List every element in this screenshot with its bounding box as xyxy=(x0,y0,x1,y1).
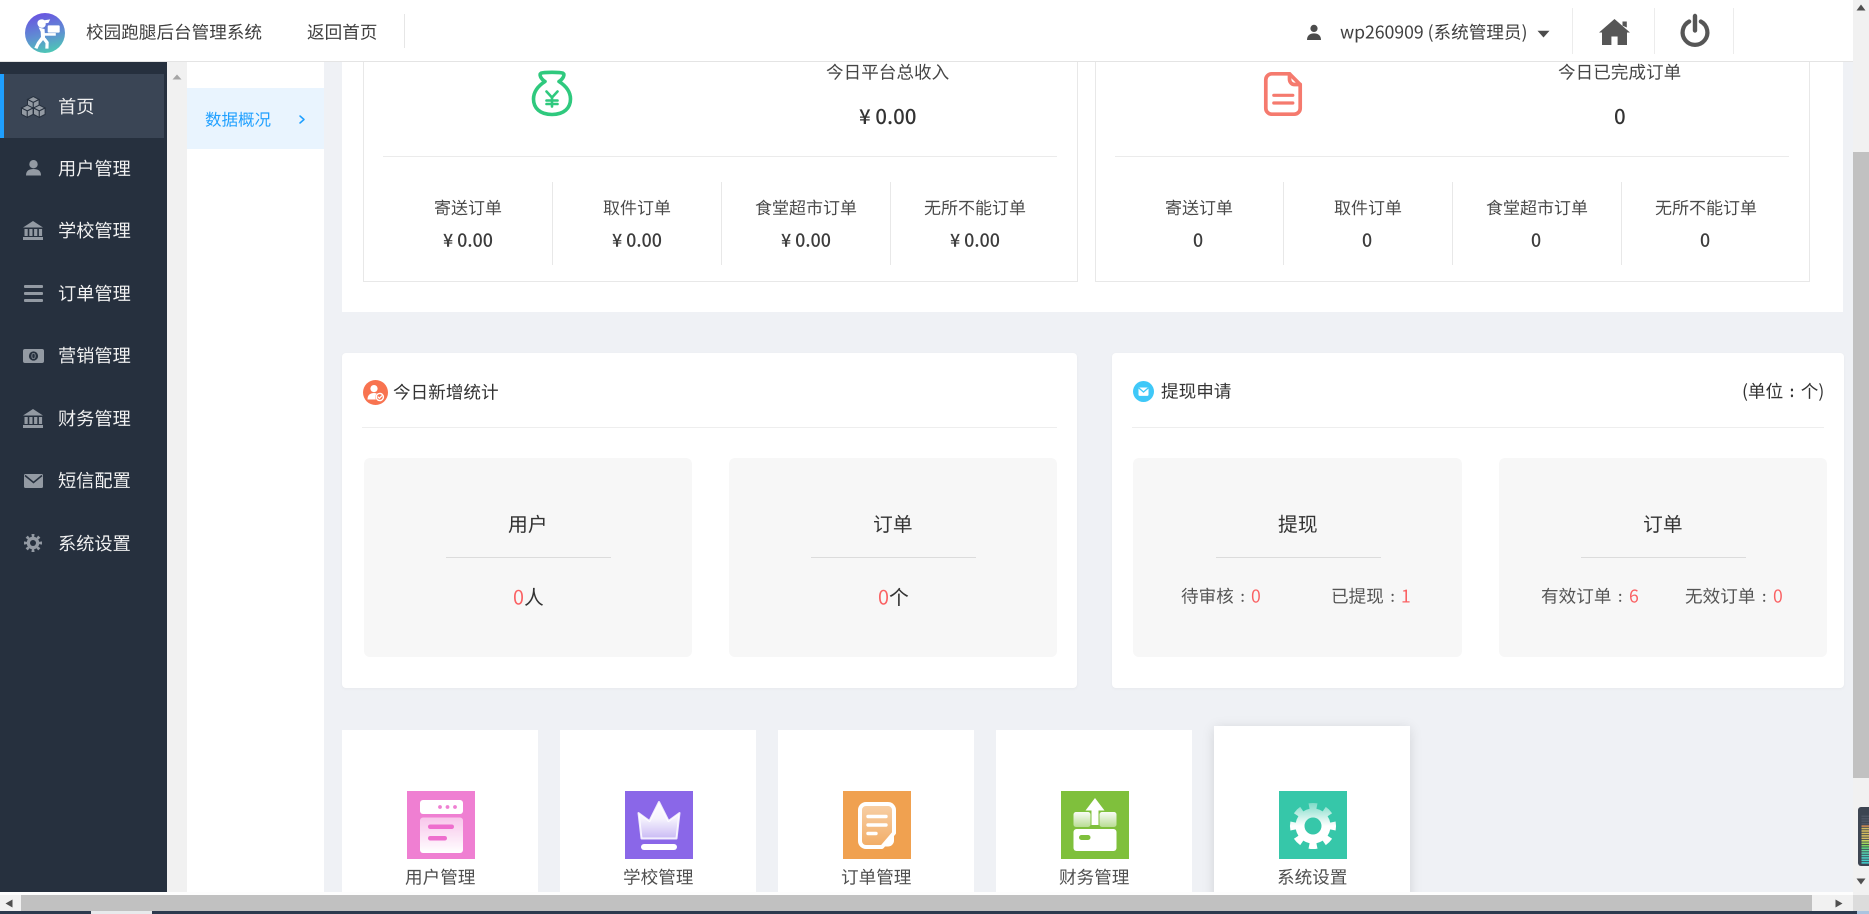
svg-text:0: 0 xyxy=(31,351,36,361)
